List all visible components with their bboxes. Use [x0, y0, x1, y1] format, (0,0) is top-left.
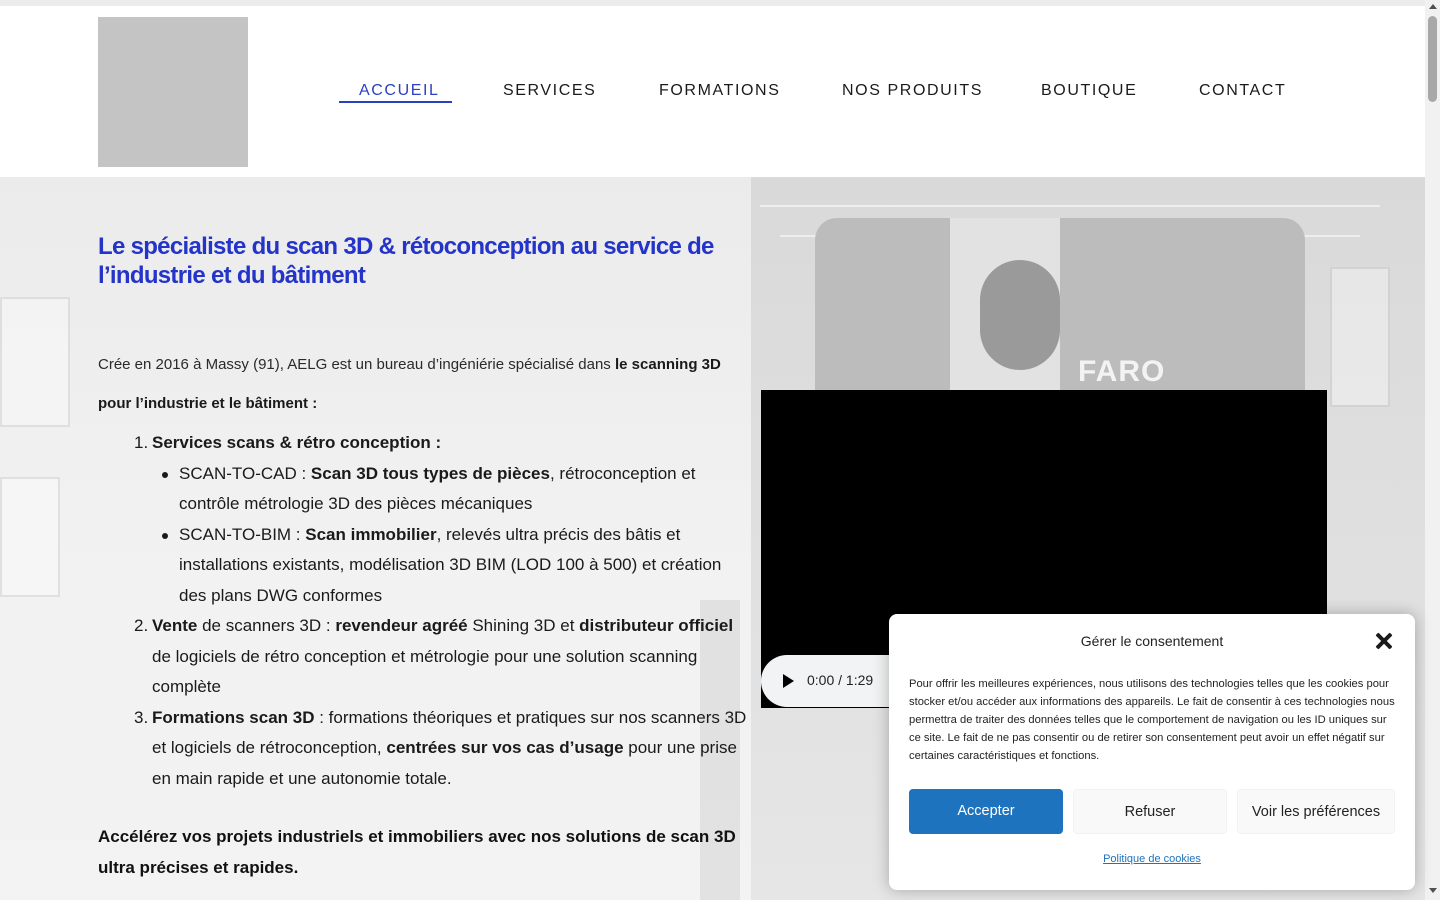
sub-item-prefix: SCAN-TO-BIM : [179, 524, 306, 544]
page-scrollbar[interactable] [1425, 0, 1440, 900]
list-item-bold: centrées sur vos cas d’usage [386, 738, 624, 757]
scanner-image [815, 218, 1305, 418]
cookie-policy-link[interactable]: Politique de cookies [889, 853, 1395, 865]
nav-item-boutique[interactable]: BOUTIQUE [1041, 82, 1137, 106]
list-item-bold: Formations scan 3D [152, 707, 315, 727]
scroll-up-arrow-icon[interactable] [1429, 4, 1437, 9]
list-number: 3. [134, 707, 149, 727]
scanner-brand-logo: FARO [1078, 355, 1166, 388]
closing-statement: Accélérez vos projets industriels et imm… [98, 827, 736, 877]
nav-item-formations[interactable]: FORMATIONS [659, 82, 780, 106]
scroll-down-arrow-icon[interactable] [1429, 888, 1437, 893]
list-item: 1. Services scans & rétro conception : [98, 428, 748, 459]
nav-item-contact[interactable]: CONTACT [1199, 82, 1286, 106]
consent-title: Gérer le consentement [1080, 633, 1224, 649]
bullet-icon [162, 471, 168, 478]
accept-button[interactable]: Accepter [909, 789, 1063, 834]
sub-list-item: SCAN-TO-CAD : Scan 3D tous types de pièc… [98, 459, 748, 520]
sub-item-bold: Scan immobilier [305, 524, 437, 544]
play-icon[interactable] [783, 674, 794, 688]
nav-active-underline [339, 101, 452, 103]
intro-text: Crée en 2016 à Massy (91), AELG est un b… [98, 356, 615, 373]
scroll-thumb[interactable] [1428, 16, 1437, 102]
refuse-button[interactable]: Refuser [1073, 789, 1227, 834]
list-item: 3. Formations scan 3D : formations théor… [98, 703, 748, 795]
intro-paragraph: Crée en 2016 à Massy (91), AELG est un b… [98, 345, 748, 423]
list-number: 2. [134, 616, 149, 635]
video-time: 0:00 / 1:29 [807, 672, 874, 688]
main-nav: ACCUEIL SERVICES FORMATIONS NOS PRODUITS… [0, 82, 1425, 112]
site-header: ACCUEIL SERVICES FORMATIONS NOS PRODUITS… [0, 6, 1425, 177]
sub-item-prefix: SCAN-TO-CAD : [179, 463, 311, 483]
list-item-bold: distributeur officiel [579, 616, 734, 635]
consent-text: Pour offrir les meilleures expériences, … [909, 678, 1395, 762]
sub-list-item: SCAN-TO-BIM : Scan immobilier, relevés u… [98, 520, 748, 612]
list-item-title: Services scans & rétro conception : [152, 433, 442, 452]
scanner-lens [980, 260, 1060, 370]
background-window [1330, 267, 1390, 407]
list-item-text: Shining 3D et [467, 616, 580, 635]
list-item-bold: Vente [152, 616, 198, 635]
list-item-text: de scanners 3D : [197, 616, 336, 635]
nav-item-services[interactable]: SERVICES [503, 82, 596, 106]
page-headline: Le spécialiste du scan 3D & rétoconcepti… [98, 233, 714, 289]
bullet-icon [162, 532, 168, 539]
list-item-text: de logiciels de rétro conception et métr… [152, 646, 698, 697]
nav-item-nos-produits[interactable]: NOS PRODUITS [842, 82, 983, 106]
list-number: 1. [134, 433, 149, 452]
list-item-bold: revendeur agréé [335, 616, 468, 635]
list-item: 2. Vente de scanners 3D : revendeur agré… [98, 611, 748, 703]
cookie-consent-dialog: Gérer le consentement Pour offrir les me… [889, 614, 1415, 890]
ceiling-line [760, 205, 1380, 207]
services-list: 1. Services scans & rétro conception : S… [98, 428, 748, 794]
preferences-button[interactable]: Voir les préférences [1237, 789, 1395, 834]
sub-item-bold: Scan 3D tous types de pièces [310, 463, 550, 483]
close-icon[interactable] [1373, 631, 1395, 653]
